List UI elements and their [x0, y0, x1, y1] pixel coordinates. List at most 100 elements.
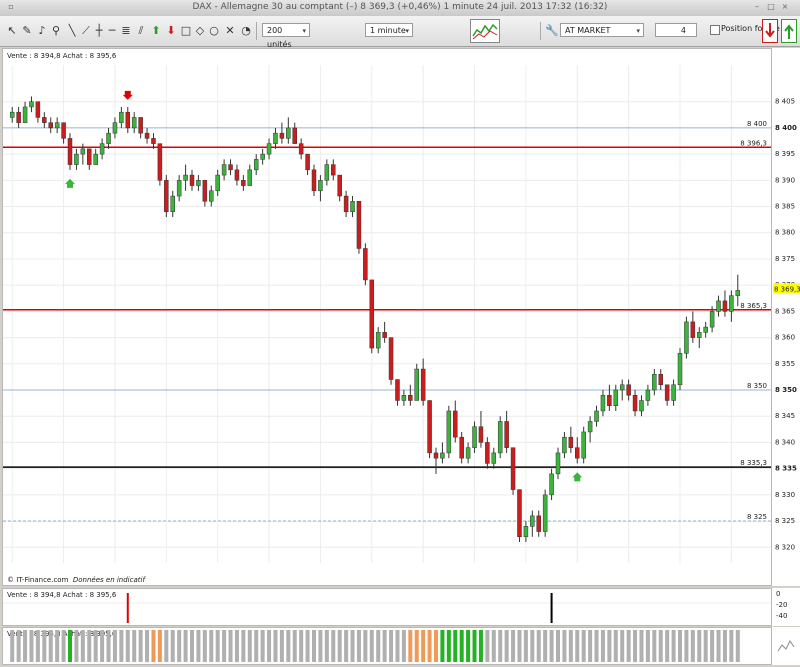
candle-body: [87, 148, 92, 165]
candle-body: [42, 117, 47, 123]
indicator-bar: [151, 630, 156, 662]
indicator-bar: [61, 630, 66, 662]
close-icon[interactable]: ×: [780, 2, 790, 12]
candle-body: [311, 169, 317, 192]
line-tool-icon[interactable]: ╲: [66, 24, 78, 38]
indicator-bar: [536, 630, 541, 662]
indicator-spike: [126, 593, 129, 623]
y-tick-label: 8 360: [775, 334, 795, 342]
indicator-bar: [588, 630, 593, 662]
indicator-bar: [183, 630, 188, 662]
level-label: 8 400: [747, 120, 767, 128]
candle-body: [459, 436, 464, 459]
horizontal-line-icon[interactable]: ─: [106, 24, 118, 38]
candle-body: [677, 353, 683, 386]
candle-body: [35, 101, 41, 118]
indicator-bar: [369, 630, 374, 662]
candle-body: [395, 379, 400, 401]
pencil-icon[interactable]: ✎: [21, 24, 33, 38]
price-chart-pane[interactable]: 8 400 8 396,3 8 365,3 8 350 8 335,3 8 325 Ven…: [2, 48, 772, 586]
indicator-bar: [87, 630, 92, 662]
signal-arrow: [122, 90, 133, 100]
bell-icon[interactable]: ♪: [36, 24, 48, 38]
indicator-bar: [408, 630, 413, 662]
candle-body: [67, 138, 73, 165]
indicator-bar: [29, 630, 34, 662]
candle-body: [414, 368, 419, 401]
candle-body: [549, 473, 554, 496]
sell-button[interactable]: [762, 19, 778, 43]
candle-body: [735, 290, 741, 296]
indicator-1-chart: [3, 593, 771, 623]
forced-position-checkbox[interactable]: [710, 25, 720, 35]
indicator-bar: [93, 630, 98, 662]
interval-select[interactable]: 1 minute ▾: [365, 23, 413, 37]
y-tick-label: 8 335: [775, 465, 797, 473]
units-select[interactable]: 200 unités ▾: [262, 23, 310, 49]
indicator-bar: [42, 630, 47, 662]
chart-style-button[interactable]: [470, 19, 500, 43]
candle-body: [48, 122, 53, 129]
channel-icon[interactable]: ⫽: [135, 24, 147, 38]
indicator-bar: [157, 630, 162, 662]
candle-body: [286, 127, 291, 139]
indicator-bar: [504, 630, 509, 662]
candle-body: [183, 174, 188, 181]
candle-body: [632, 395, 638, 412]
buy-button[interactable]: [781, 19, 797, 43]
y-tick-label: 8 380: [775, 229, 795, 237]
indicator-bar: [620, 630, 625, 662]
indicator-bar: [459, 630, 464, 662]
cursor-icon[interactable]: ↖: [6, 24, 18, 38]
fibonacci-icon[interactable]: ≣: [120, 24, 132, 38]
candle-body: [273, 132, 278, 144]
minimize-icon[interactable]: –: [752, 2, 762, 12]
candle-body: [594, 410, 599, 422]
candle-body: [318, 180, 323, 192]
ray-tool-icon[interactable]: ⟋: [80, 24, 92, 38]
candle-body: [497, 421, 503, 454]
vertical-line-icon[interactable]: ┼: [93, 24, 105, 38]
quantity-stepper[interactable]: 4: [655, 23, 697, 37]
ellipse-icon[interactable]: ○: [208, 24, 220, 38]
candle-body: [253, 159, 259, 171]
candle-body: [697, 332, 702, 338]
y-tick-label: 8 395: [775, 150, 795, 158]
indicator-bar: [164, 630, 169, 662]
indicator-bar: [440, 630, 445, 662]
maximize-icon[interactable]: □: [766, 2, 776, 12]
candle-body: [613, 389, 619, 406]
indicator-bar: [209, 630, 214, 662]
candle-body: [645, 389, 651, 401]
buy-arrow-icon[interactable]: ⬆: [150, 24, 162, 38]
candle-body: [305, 153, 310, 171]
zoom-icon[interactable]: ⚲: [50, 24, 62, 38]
indicator-bar: [344, 630, 349, 662]
indicator-bar: [594, 630, 599, 662]
toolbar-divider: [256, 22, 257, 40]
y-tick-label: 8 345: [775, 412, 795, 420]
candle-body: [157, 143, 163, 181]
shape-icon[interactable]: ◇: [194, 24, 206, 38]
indicator-pane-2[interactable]: Vente : 8 394,8 Achat : 8 395,6: [2, 627, 772, 665]
candlestick-chart: 8 400 8 396,3 8 365,3 8 350 8 335,3 8 325: [3, 65, 771, 563]
settings-icon[interactable]: ◔: [240, 24, 252, 38]
indicator-1-tick: 0: [776, 590, 781, 598]
wrench-icon[interactable]: 🔧: [545, 24, 559, 38]
candle-body: [343, 195, 349, 213]
last-price-label: 8 369,3: [774, 285, 800, 293]
y-tick-label: 8 390: [775, 176, 795, 184]
indicator-bar: [498, 630, 503, 662]
order-type-select[interactable]: AT MARKET ▾: [560, 23, 644, 37]
candle-body: [587, 421, 593, 433]
indicator-bar: [523, 630, 528, 662]
rectangle-icon[interactable]: □: [180, 24, 192, 38]
candle-body: [562, 436, 567, 454]
indicator-bar: [48, 630, 53, 662]
sell-arrow-icon[interactable]: ⬇: [165, 24, 177, 38]
indicator-bar: [517, 630, 522, 662]
indicator-bar: [568, 630, 573, 662]
candle-body: [279, 132, 285, 139]
delete-drawings-icon[interactable]: ✕: [224, 24, 236, 38]
indicator-pane-1[interactable]: Vente : 8 394,8 Achat : 8 395,6: [2, 588, 772, 626]
